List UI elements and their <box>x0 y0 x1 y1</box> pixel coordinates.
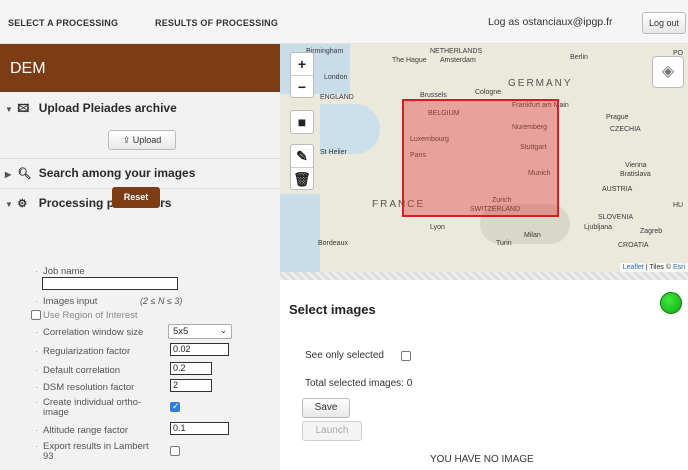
correlation-window-label: Correlation window size <box>35 327 143 338</box>
country-label: GERMANY <box>508 78 573 89</box>
regularization-input[interactable]: 0.02 <box>170 343 229 356</box>
images-input-label: Images input <box>35 296 97 307</box>
city-label: CZECHIA <box>610 126 641 133</box>
city-label: HU <box>673 202 684 209</box>
city-label: St Helier <box>320 149 347 156</box>
map-attribution: Leaflet | Tiles © Esri <box>619 263 688 272</box>
upload-icon: ⇪ <box>122 135 131 145</box>
lambert-checkbox[interactable] <box>170 446 180 456</box>
save-button[interactable]: Save <box>302 398 350 418</box>
caret-down-icon: ▼ <box>5 105 13 114</box>
altitude-range-label: Altitude range factor <box>35 425 128 436</box>
lambert-label-line2: 93 <box>43 451 54 462</box>
zoom-control: + − <box>290 52 314 98</box>
default-correlation-label: Default correlation <box>35 365 120 376</box>
see-only-selected-checkbox[interactable] <box>401 351 411 361</box>
lambert-label-line1: Export results in Lambert <box>35 441 149 452</box>
upload-button[interactable]: ⇪ Upload <box>108 130 176 150</box>
roi-checkbox[interactable] <box>31 310 41 320</box>
logout-button[interactable]: Log out <box>642 12 686 34</box>
search-section-label: Search among your images <box>38 166 196 180</box>
edit-layers-button[interactable]: ✎ <box>291 145 313 167</box>
search-section-header[interactable]: ▶ 🔍︎ Search among your images <box>0 166 280 180</box>
layers-icon[interactable]: ◈ <box>652 56 684 88</box>
images-input-hint: (2 ≤ N ≤ 3) <box>140 296 183 306</box>
map-view[interactable]: Birmingham NETHERLANDS The Hague Amsterd… <box>280 44 688 272</box>
city-label: Bordeaux <box>318 240 348 247</box>
no-image-message: YOU HAVE NO IMAGE <box>430 454 534 465</box>
city-label: Amsterdam <box>440 57 476 64</box>
default-correlation-input[interactable]: 0.2 <box>170 362 212 375</box>
cogs-icon: ⚙ <box>17 198 28 210</box>
ortho-image-label-line2: image <box>43 407 69 418</box>
roi-label: Use Region of Interest <box>43 310 138 321</box>
job-name-label: Job name <box>35 266 85 277</box>
chevron-down-icon: ⌄ <box>220 326 227 335</box>
dsm-resolution-label: DSM resolution factor <box>35 382 134 393</box>
upload-section-header[interactable]: ▼ 🖾 Upload Pleiades archive <box>0 100 280 119</box>
city-label: Lyon <box>430 224 445 231</box>
upload-button-label: Upload <box>132 135 162 145</box>
draw-rectangle-control: ■ <box>290 110 314 134</box>
city-label: Berlin <box>570 54 588 61</box>
city-label: London <box>324 74 348 81</box>
select-images-title: Select images <box>289 302 376 317</box>
image-icon: 🖾 <box>17 103 30 115</box>
caret-down-icon: ▼ <box>5 200 13 209</box>
city-label: Turin <box>496 240 512 247</box>
city-label: Bratislava <box>620 171 651 178</box>
tiles-attribution: | Tiles © <box>645 264 671 271</box>
job-name-input[interactable] <box>42 277 178 290</box>
caret-right-icon: ▶ <box>5 170 12 179</box>
leaflet-link[interactable]: Leaflet <box>623 264 644 271</box>
city-label: Prague <box>606 114 629 121</box>
correlation-window-value: 5x5 <box>173 326 189 337</box>
status-indicator <box>660 292 682 314</box>
selection-rectangle[interactable] <box>402 99 559 217</box>
regularization-label: Regularization factor <box>35 346 130 357</box>
city-label: Zagreb <box>640 228 663 235</box>
city-label: The Hague <box>392 57 427 64</box>
zoom-out-button[interactable]: − <box>291 75 313 97</box>
channel-sea <box>320 104 380 154</box>
zoom-in-button[interactable]: + <box>291 53 313 75</box>
city-label: SLOVENIA <box>598 214 634 221</box>
total-selected-label: Total selected images: 0 <box>305 378 413 389</box>
city-label: CROATIA <box>618 242 649 249</box>
edit-control: ✎ 🗑︎ <box>290 144 314 190</box>
esri-link[interactable]: Esri <box>673 264 685 271</box>
nav-select-processing[interactable]: SELECT A PROCESSING <box>8 18 118 28</box>
top-navbar: SELECT A PROCESSING RESULTS OF PROCESSIN… <box>0 0 688 44</box>
map-resize-handle[interactable] <box>280 272 688 280</box>
draw-rectangle-button[interactable]: ■ <box>291 111 313 133</box>
delete-layers-button[interactable]: 🗑︎ <box>291 167 313 189</box>
search-icon: 🔍︎ <box>17 168 32 180</box>
launch-button[interactable]: Launch <box>302 421 362 441</box>
city-label: Ljubljana <box>584 224 613 231</box>
sidebar-title: DEM <box>0 44 280 92</box>
dsm-resolution-input[interactable]: 2 <box>170 379 212 392</box>
see-only-selected-row: See only selected <box>305 350 384 361</box>
atlantic-sea <box>280 194 320 272</box>
reset-button[interactable]: Reset <box>112 187 160 208</box>
city-label: Vienna <box>625 162 647 169</box>
altitude-range-input[interactable]: 0.1 <box>170 422 229 435</box>
see-only-selected-label: See only selected <box>305 350 384 361</box>
nav-results-processing[interactable]: RESULTS OF PROCESSING <box>155 18 278 28</box>
upload-section-label: Upload Pleiades archive <box>38 101 177 115</box>
correlation-window-select[interactable]: 5x5 ⌄ <box>168 324 232 339</box>
city-label: AUSTRIA <box>602 186 633 193</box>
city-label: NETHERLANDS <box>430 48 483 55</box>
divider <box>0 158 280 159</box>
city-label: Cologne <box>475 89 502 96</box>
ortho-image-checkbox[interactable] <box>170 401 180 412</box>
city-label: Milan <box>524 232 541 239</box>
city-label: ENGLAND <box>320 94 354 101</box>
user-login-label: Log as ostanciaux@ipgp.fr <box>488 16 613 28</box>
city-label: Brussels <box>420 92 447 99</box>
